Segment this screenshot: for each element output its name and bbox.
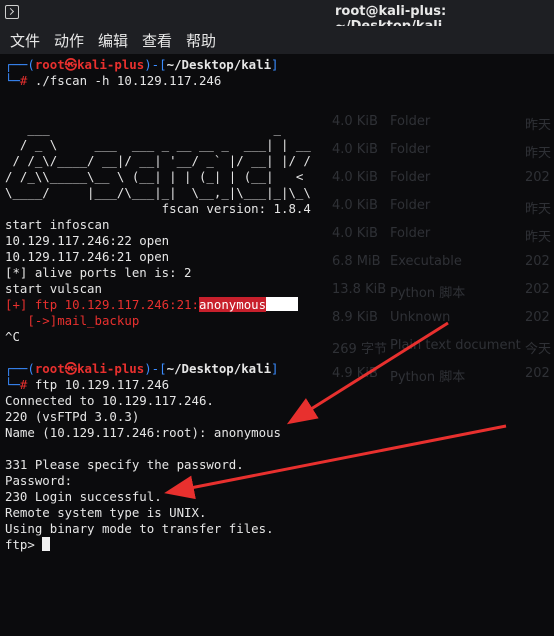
ghost-type: Folder [390,114,431,129]
ghost-size: 13.8 KiB [332,282,387,297]
ftp-output-line: 220 (vsFTPd 3.0.3) [5,409,140,424]
ftp-output-line: Remote system type is UNIX. [5,505,207,520]
ghost-type: Folder [390,142,431,157]
ghost-type: Folder [390,226,431,241]
menu-actions[interactable]: 动作 [54,30,84,51]
ghost-date: 202 [525,170,550,185]
banner-line: / /_\\_____\__ \ (__| | | (_| | (__| < [5,169,304,184]
menu-help[interactable]: 帮助 [186,30,216,51]
text-cursor [42,537,51,551]
banner-line: \____/ |___/\___|_| \__,_|\___|_|\_\ [5,185,311,200]
ghost-type: Folder [390,170,431,185]
output-line: 10.129.117.246:22 open [5,233,170,248]
ghost-date: 202 [525,310,550,325]
fscan-version: fscan version: 1.8.4 [5,201,311,216]
ghost-date: 202 [525,282,550,297]
ghost-date: 昨天 [525,230,552,245]
banner-line: / /_\/____/ __|/ __| '__/ _` |/ __| |/ / [5,153,311,168]
ftp-output-line: Using binary mode to transfer files. [5,521,274,536]
ghost-size: 4.0 KiB [332,170,378,185]
vuln-sub-line: [->]mail_backup [5,313,140,328]
ghost-type: Plain text document [390,338,521,353]
command-line-2: └─# ftp 10.129.117.246 [5,377,170,392]
terminal-icon[interactable] [5,5,19,19]
ghost-size: 4.0 KiB [332,142,378,157]
command-line-1: └─# ./fscan -h 10.129.117.246 [5,73,222,88]
ghost-date: 昨天 [525,146,552,161]
output-line: [*] alive ports len is: 2 [5,265,192,280]
ghost-type: Executable [390,254,462,269]
ghost-size: 4.9 KiB [332,366,378,381]
command-ftp: ftp 10.129.117.246 [34,377,170,392]
ftp-output-line: Name (10.129.117.246:root): anonymous [5,425,282,440]
ghost-type: Python 脚本 [390,370,466,385]
output-line: start vulscan [5,281,102,296]
command-fscan: ./fscan -h 10.129.117.246 [34,73,222,88]
prompt-path: ~/Desktop/kali [166,57,272,72]
anonymous-highlight: anonymous [198,297,267,312]
banner-line: ___ _ [5,121,282,136]
ghost-date: 昨天 [525,202,552,217]
ftp-prompt: ftp> [5,537,35,552]
output-line: start infoscan [5,217,110,232]
ghost-size: 4.0 KiB [332,198,378,213]
selection-block [266,297,299,311]
output-line: 10.129.117.246:21 open [5,249,170,264]
prompt-user: root㉿kali-plus [34,361,145,376]
banner-line: / _ \ ___ ___ _ __ __ _ ___| | __ [5,137,311,152]
ghost-date: 昨天 [525,118,552,133]
ftp-output-line: 230 Login successful. [5,489,162,504]
ghost-type: Folder [390,198,431,213]
ghost-size: 4.0 KiB [332,226,378,241]
ghost-date: 202 [525,254,550,269]
ghost-type: Unknown [390,310,451,325]
ghost-size: 8.9 KiB [332,310,378,325]
prompt-user: root㉿kali-plus [34,57,145,72]
menu-bar: 文件 动作 编辑 查看 帮助 [0,26,554,54]
ftp-output-line: Password: [5,473,73,488]
menu-view[interactable]: 查看 [142,30,172,51]
prompt-line-2: ┌──(root㉿kali-plus)-[~/Desktop/kali] [5,361,279,376]
menu-file[interactable]: 文件 [10,30,40,51]
title-bar: root@kali-plus: ~/Desktop/kali [0,0,554,34]
ghost-date: 202 [525,366,550,381]
menu-edit[interactable]: 编辑 [98,30,128,51]
ftp-output-line: 331 Please specify the password. [5,457,244,472]
ghost-size: 4.0 KiB [332,114,378,129]
ftp-prompt-line[interactable]: ftp> [5,537,51,553]
ghost-date: 今天 [525,342,552,357]
ghost-size: 6.8 MiB [332,254,381,269]
ftp-output-line: Connected to 10.129.117.246. [5,393,214,408]
prompt-path: ~/Desktop/kali [166,361,272,376]
vuln-line: [+] ftp 10.129.117.246:21:anonymous [5,297,299,313]
prompt-line-1: ┌──(root㉿kali-plus)-[~/Desktop/kali] [5,57,279,72]
interrupt-line: ^C [5,329,20,344]
ghost-size: 269 字节 [332,342,387,357]
ghost-type: Python 脚本 [390,286,466,301]
